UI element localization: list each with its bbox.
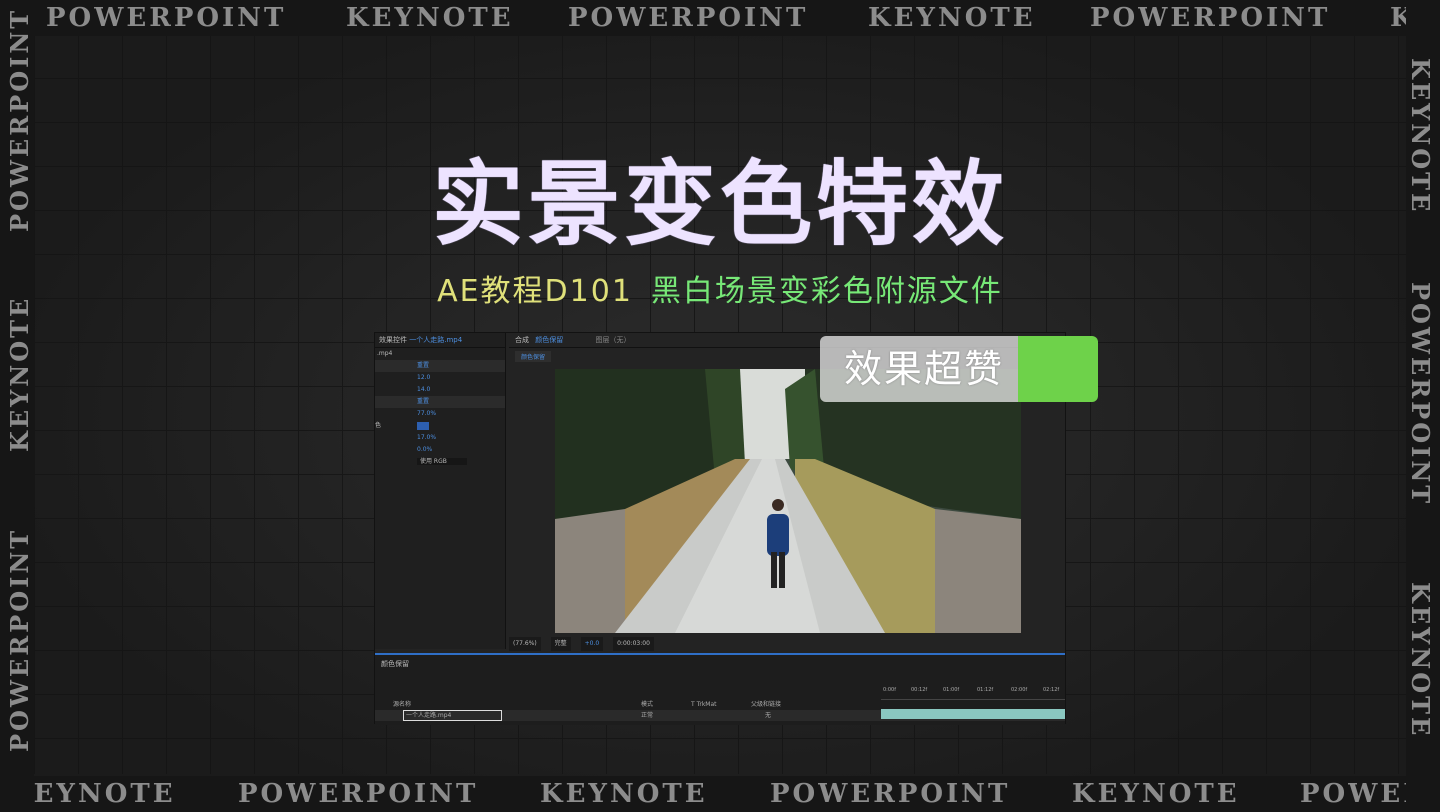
- composition-viewer[interactable]: [555, 369, 1021, 633]
- effect-row[interactable]: 重置: [375, 396, 505, 408]
- effect-row[interactable]: 12.0: [375, 372, 505, 384]
- band-word: POWERPOINT: [46, 3, 287, 33]
- band-word: KEYNOTE: [1406, 582, 1435, 739]
- band-word: POWERPOINT: [238, 779, 479, 809]
- zoom-select[interactable]: (77.6%): [509, 637, 541, 651]
- resolution-select[interactable]: 完整: [550, 637, 571, 651]
- bottom-text-band: KEYNOTE POWERPOINT KEYNOTE POWERPOINT KE…: [0, 776, 1440, 812]
- viewer-controls: (77.6%) 完整 +0.0 0:00:03:00: [509, 637, 1065, 651]
- subtitle-desc: 黑白场景变彩色附源文件: [650, 274, 1003, 309]
- layer-duration-bar[interactable]: [881, 709, 1065, 719]
- effect-row[interactable]: 17.0%: [375, 432, 505, 444]
- layer-mode[interactable]: 正常: [641, 710, 653, 721]
- exposure-value[interactable]: +0.0: [580, 637, 604, 651]
- effect-controls-label: 效果控件: [379, 336, 407, 344]
- band-word: KEYNOTE: [346, 3, 514, 33]
- band-word: KEYNOTE: [5, 295, 34, 452]
- current-time[interactable]: 0:00:03:00: [613, 637, 654, 651]
- effect-controls-tab[interactable]: 效果控件 一个人走路.mp4: [375, 333, 505, 348]
- subtitle-course: AE教程D101: [437, 274, 633, 309]
- effect-row[interactable]: 77.0%: [375, 408, 505, 420]
- band-word: KEYNOTE: [868, 3, 1036, 33]
- effect-row-select[interactable]: 使用 RGB: [375, 456, 505, 468]
- page-title: 实景变色特效: [431, 151, 1008, 258]
- layer-name[interactable]: 一个人走路.mp4: [403, 710, 503, 721]
- band-word: POWERPOINT: [1090, 3, 1331, 33]
- subtitle: AE教程D101 黑白场景变彩色附源文件: [0, 266, 1440, 310]
- timeline-tab[interactable]: 颜色保留: [375, 655, 1065, 673]
- time-ruler[interactable]: 0:00f 00:12f 01:00f 01:12f 02:00f 02:12f: [881, 681, 1065, 700]
- badge-green: [1018, 336, 1098, 402]
- comp-breadcrumb[interactable]: 颜色保留: [515, 351, 552, 362]
- forest-road-image: [555, 369, 1021, 633]
- band-word: POWERPOINT: [5, 527, 34, 752]
- layer-parent[interactable]: 无: [765, 710, 771, 721]
- effect-row[interactable]: 0.0%: [375, 444, 505, 456]
- effect-row-color[interactable]: 色: [375, 420, 505, 432]
- color-swatch[interactable]: [417, 421, 429, 430]
- timeline-panel: 颜色保留 0:00f 00:12f 01:00f 01:12f 02:00f 0…: [375, 653, 1065, 725]
- effect-controls-panel: 效果控件 一个人走路.mp4 .mp4 重置 12.0 14.0 重置 77.0…: [375, 333, 506, 649]
- right-text-band: KEYNOTE POWERPOINT KEYNOTE: [1406, 0, 1440, 812]
- band-word: POWERPOINT: [770, 779, 1011, 809]
- layer-tab[interactable]: 图层（无）: [595, 336, 630, 344]
- effect-controls-file: 一个人走路.mp4: [409, 336, 463, 344]
- effect-row[interactable]: 重置: [375, 360, 505, 372]
- band-word: KEYNOTE: [1072, 779, 1240, 809]
- effect-badge: 效果超赞: [820, 336, 1098, 402]
- left-text-band: POWERPOINT KEYNOTE POWERPOINT: [0, 0, 34, 812]
- effect-row[interactable]: 14.0: [375, 384, 505, 396]
- comp-tab-label[interactable]: 合成: [515, 336, 529, 344]
- band-word: POWERPOINT: [568, 3, 809, 33]
- file-ext: .mp4: [377, 350, 393, 357]
- comp-tab-name[interactable]: 颜色保留: [535, 336, 563, 344]
- top-text-band: POWERPOINT KEYNOTE POWERPOINT KEYNOTE PO…: [0, 0, 1440, 36]
- band-word: KEYNOTE: [540, 779, 708, 809]
- badge-label: 效果超赞: [844, 347, 1005, 391]
- band-word: POWERPOINT: [1406, 282, 1435, 507]
